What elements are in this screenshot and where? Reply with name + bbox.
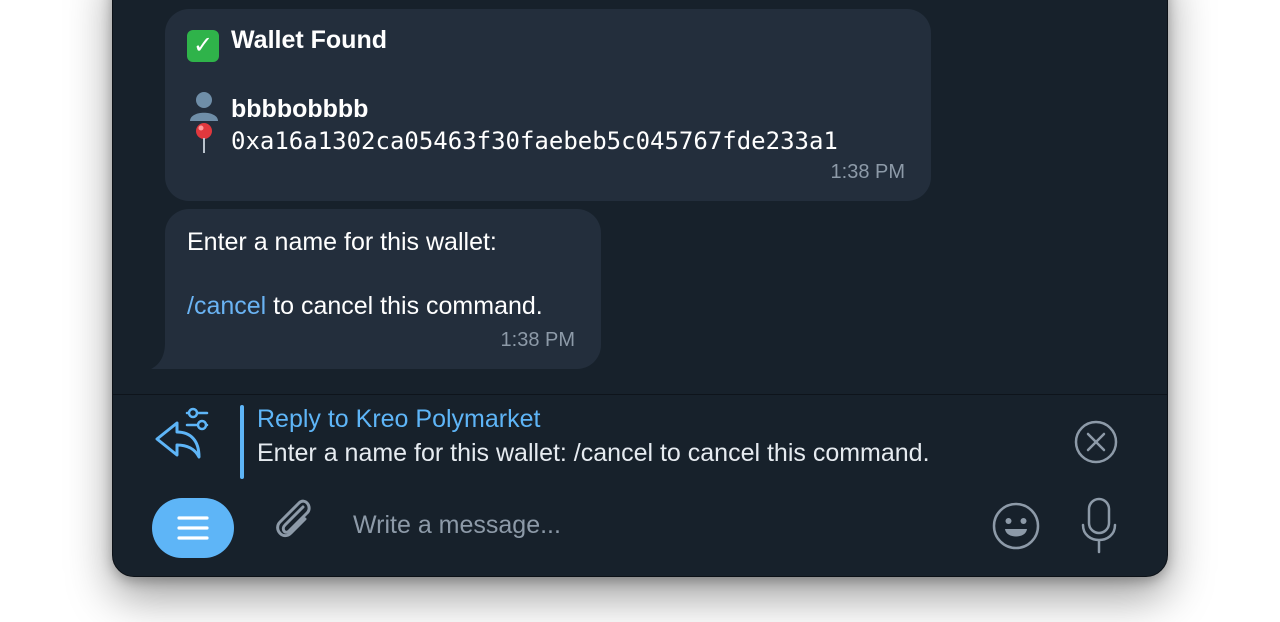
message-input[interactable]: [353, 503, 953, 547]
cancel-command-link[interactable]: /cancel: [187, 292, 266, 320]
message-title: Wallet Found: [231, 26, 387, 54]
reply-accent-bar: [240, 405, 244, 479]
chat-history[interactable]: ✓ Wallet Found bbbbobbbb 0xa16a1302ca0546…: [113, 0, 1167, 394]
message-title-line: ✓ Wallet Found: [187, 25, 387, 62]
wallet-name-line: bbbbobbbb: [187, 89, 368, 124]
person-icon: [190, 92, 218, 121]
pushpin-icon: [196, 123, 212, 153]
telegram-window: ✓ Wallet Found bbbbobbbb 0xa16a1302ca0546…: [112, 0, 1168, 577]
wallet-name: bbbbobbbb: [231, 95, 369, 123]
microphone-icon[interactable]: [1079, 497, 1119, 555]
reply-panel: Reply to Kreo Polymarket Enter a name fo…: [113, 395, 1167, 487]
reply-preview-text[interactable]: Enter a name for this wallet: /cancel to…: [257, 439, 930, 468]
check-mark-icon: ✓: [187, 30, 219, 62]
reply-title[interactable]: Reply to Kreo Polymarket: [257, 405, 540, 434]
emoji-icon[interactable]: [991, 501, 1041, 551]
close-reply-icon[interactable]: [1073, 419, 1119, 465]
message-bubble-wallet-found[interactable]: ✓ Wallet Found bbbbobbbb 0xa16a1302ca0546…: [165, 9, 931, 201]
message-text-rest: to cancel this command.: [266, 292, 543, 320]
message-text-line2: /cancel to cancel this command.: [187, 291, 543, 321]
wallet-address[interactable]: 0xa16a1302ca05463f30faebeb5c045767fde233…: [231, 127, 838, 155]
bot-menu-button[interactable]: [152, 498, 234, 558]
wallet-address-line: 0xa16a1302ca05463f30faebeb5c045767fde233…: [187, 121, 838, 156]
paperclip-icon[interactable]: [267, 493, 319, 545]
reply-options-icon[interactable]: [151, 405, 213, 465]
message-timestamp: 1:38 PM: [500, 329, 575, 351]
message-bubble-enter-name[interactable]: Enter a name for this wallet: /cancel to…: [165, 209, 601, 369]
message-timestamp: 1:38 PM: [830, 161, 905, 183]
message-composer: [113, 487, 1167, 576]
menu-icon: [177, 516, 209, 540]
message-text-line1: Enter a name for this wallet:: [187, 228, 497, 256]
